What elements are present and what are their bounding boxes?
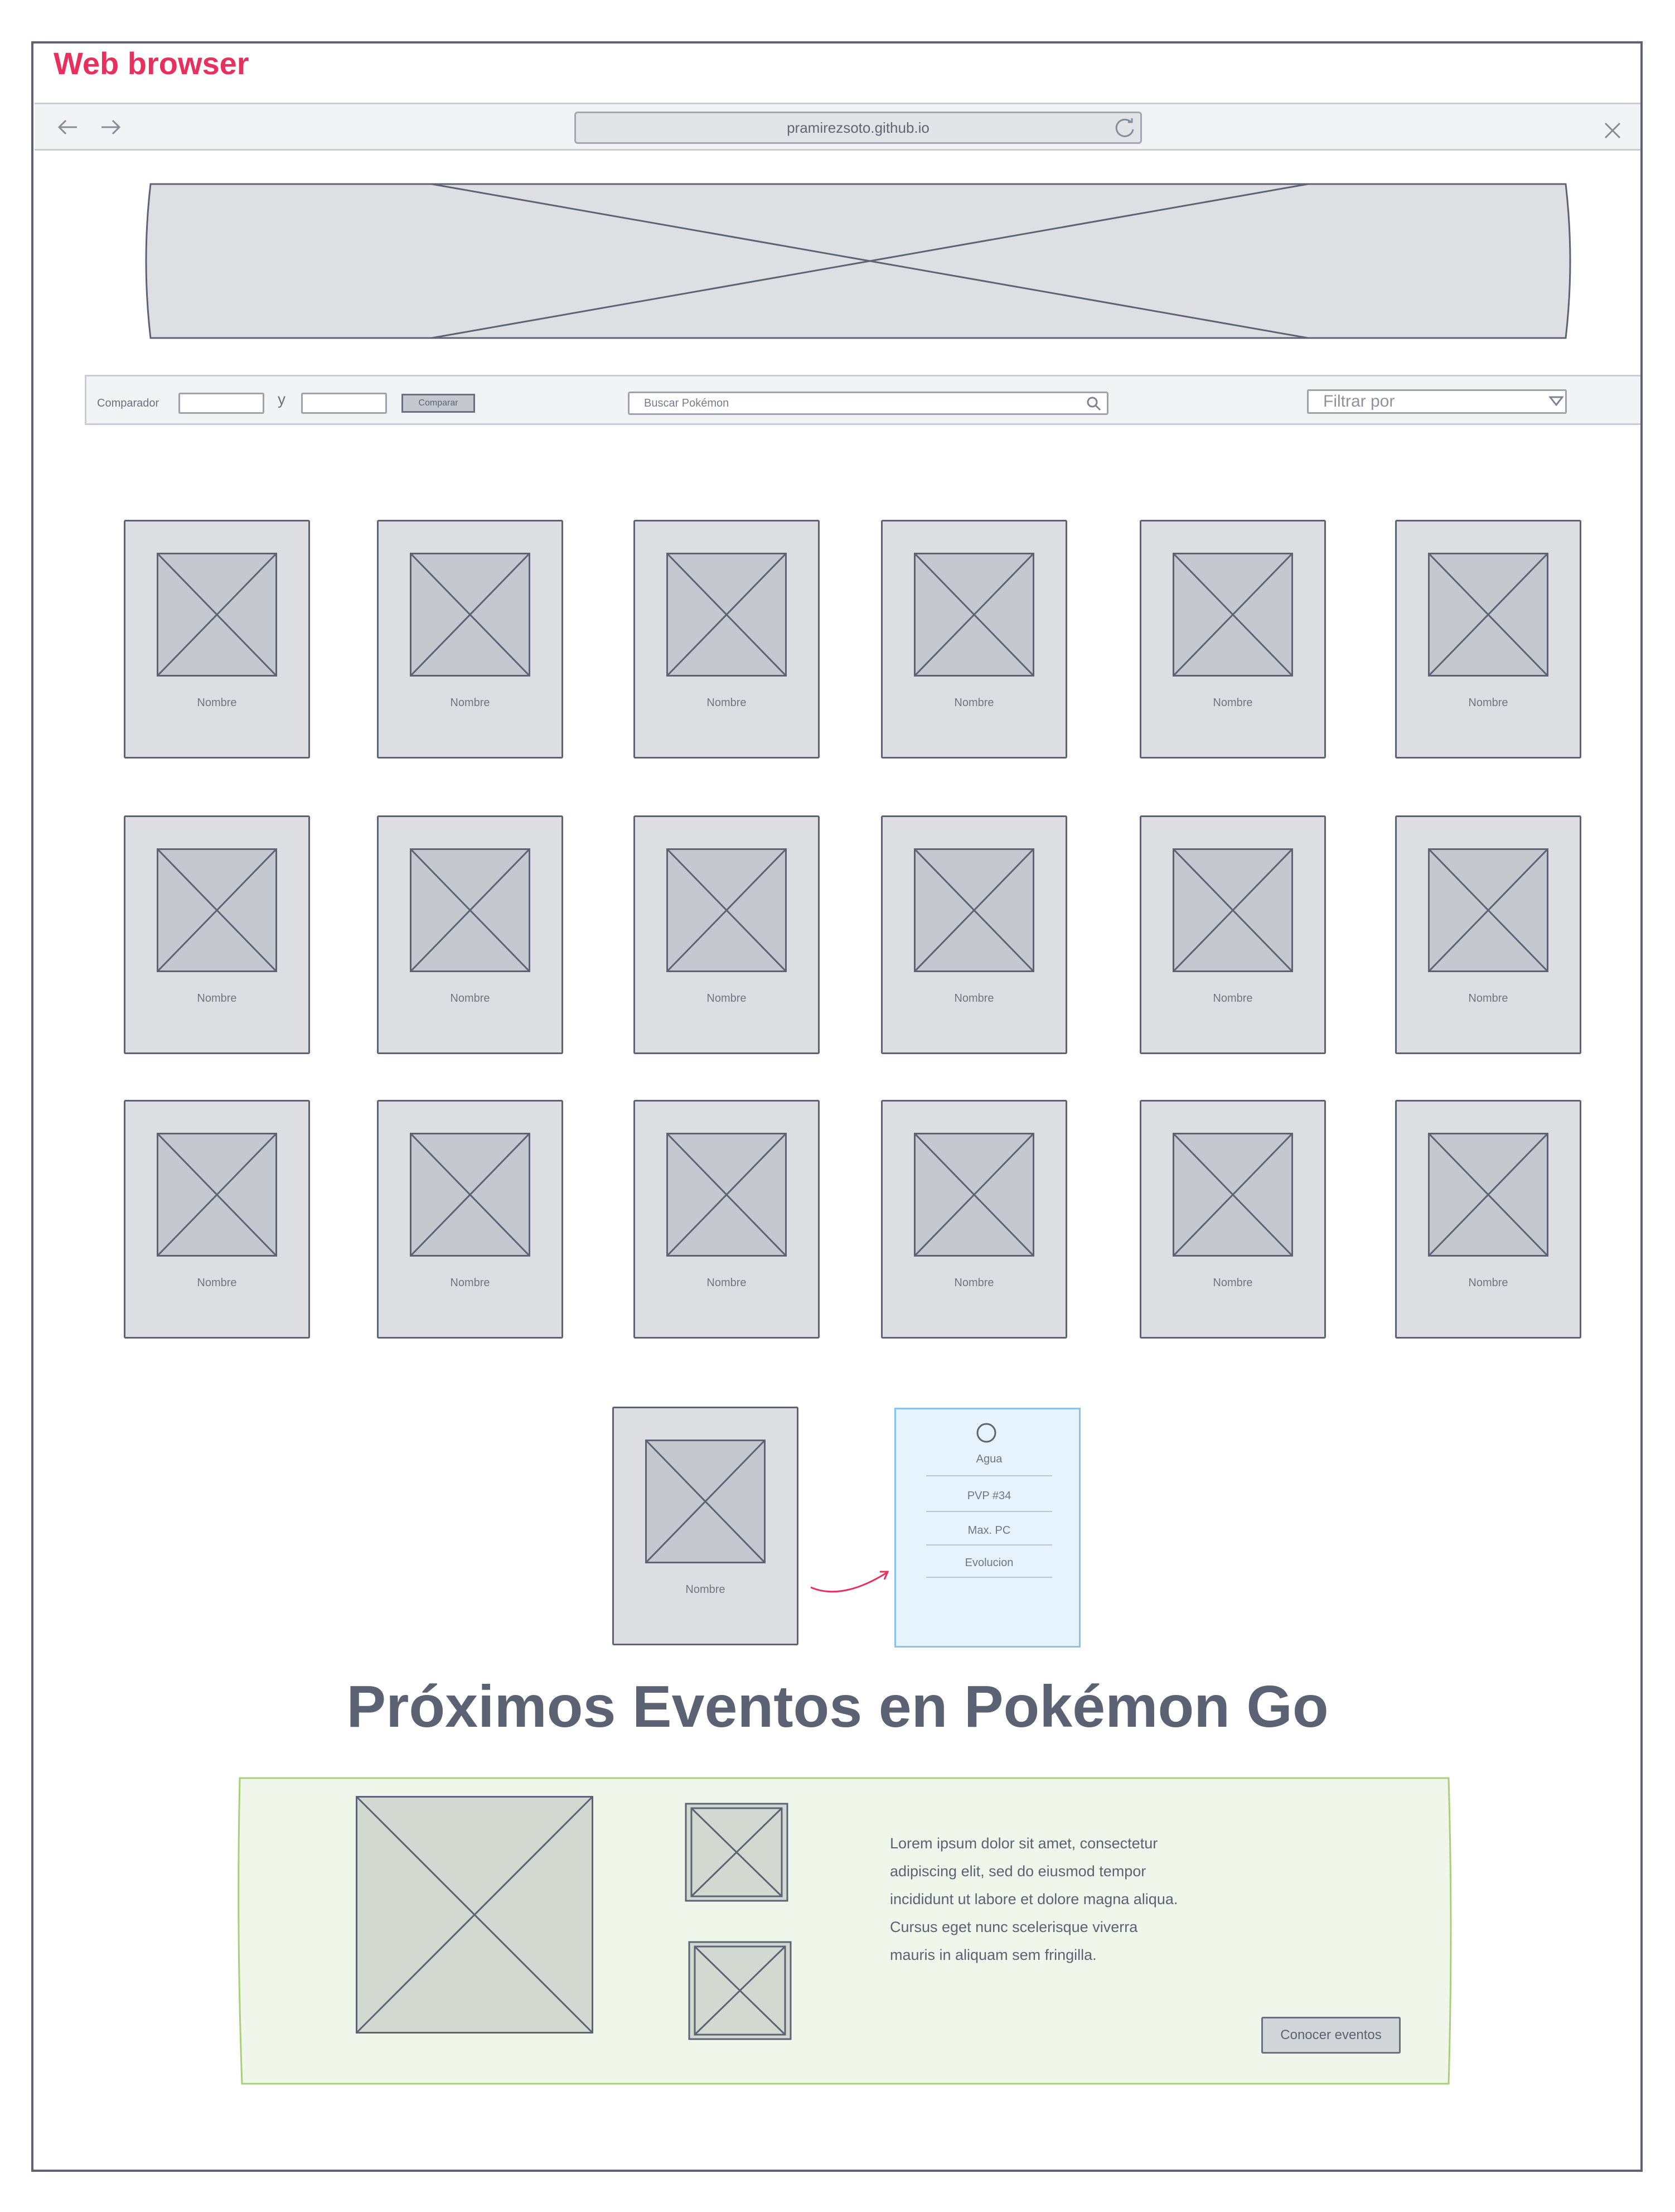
- pokemon-name: Nombre: [954, 992, 994, 1004]
- max-pc: Max. PC: [967, 1524, 1011, 1537]
- pokemon-card[interactable]: Nombre: [124, 815, 310, 1054]
- pokemon-name: Nombre: [1468, 1277, 1508, 1289]
- pokemon-image-placeholder: [410, 553, 530, 677]
- event-thumb-image: [688, 1941, 792, 2040]
- pokemon-card[interactable]: Nombre: [633, 815, 820, 1054]
- pokemon-image-placeholder: [1428, 553, 1548, 677]
- pokemon-image-placeholder: [666, 1133, 787, 1257]
- pokemon-image-placeholder: [645, 1440, 766, 1563]
- pokemon-image-placeholder: [410, 848, 530, 972]
- pokemon-card[interactable]: Nombre: [124, 1100, 310, 1339]
- compare-button[interactable]: Comparar: [401, 394, 475, 413]
- pokemon-name: Nombre: [197, 697, 237, 709]
- pokemon-image-placeholder: [1428, 1133, 1548, 1257]
- pokemon-detail-card: Agua PVP #34 Max. PC Evolucion: [894, 1408, 1081, 1648]
- events-heading: Próximos Eventos en Pokémon Go: [346, 1674, 1329, 1740]
- divider: [926, 1511, 1052, 1512]
- pokemon-image-placeholder: [157, 1133, 277, 1257]
- evolution: Evolucion: [965, 1557, 1014, 1569]
- pokemon-image-placeholder: [666, 848, 787, 972]
- pokemon-card[interactable]: Nombre: [633, 1100, 820, 1339]
- url-bar[interactable]: pramirezsoto.github.io: [574, 112, 1142, 144]
- pokemon-name: Nombre: [450, 697, 490, 709]
- description-line: Lorem ipsum dolor sit amet, consectetur: [890, 1835, 1158, 1852]
- divider: [926, 1577, 1052, 1578]
- url-text: pramirezsoto.github.io: [787, 119, 930, 136]
- pokemon-card[interactable]: Nombre: [1395, 815, 1581, 1054]
- chevron-down-icon: [1549, 396, 1563, 407]
- pokemon-card[interactable]: Nombre: [881, 815, 1067, 1054]
- compare-input-1[interactable]: [178, 393, 264, 414]
- pokemon-name: Nombre: [954, 1277, 994, 1289]
- type-circle-icon: [976, 1423, 996, 1443]
- description-line: incididunt ut labore et dolore magna ali…: [890, 1891, 1178, 1907]
- pokemon-card[interactable]: Nombre: [1395, 1100, 1581, 1339]
- divider: [926, 1475, 1052, 1476]
- pokemon-name: Nombre: [450, 1277, 490, 1289]
- window-title: Web browser: [54, 46, 249, 81]
- pokemon-name: Nombre: [1468, 697, 1508, 709]
- divider: [926, 1544, 1052, 1545]
- pokemon-card[interactable]: Nombre: [1140, 1100, 1326, 1339]
- search-icon[interactable]: [1086, 396, 1102, 412]
- events-button[interactable]: Conocer eventos: [1261, 2017, 1401, 2054]
- pokemon-image-placeholder: [1428, 848, 1548, 972]
- pokemon-name: Nombre: [197, 992, 237, 1004]
- description-line: Cursus eget nunc scelerisque viverra: [890, 1919, 1138, 1935]
- pokemon-name: Nombre: [706, 697, 747, 709]
- events-description: Lorem ipsum dolor sit amet, consectetur …: [890, 1829, 1236, 1969]
- pokemon-card[interactable]: Nombre: [377, 1100, 563, 1339]
- pokemon-name: Nombre: [706, 992, 747, 1004]
- pokemon-name: Nombre: [197, 1277, 237, 1289]
- pokemon-name: Nombre: [1468, 992, 1508, 1004]
- event-main-image: [356, 1796, 593, 2034]
- pvp-rank: PVP #34: [967, 1490, 1011, 1502]
- description-line: adipiscing elit, sed do eiusmod tempor: [890, 1863, 1146, 1880]
- pokemon-image-placeholder: [1173, 1133, 1293, 1257]
- pokemon-card[interactable]: Nombre: [1140, 520, 1326, 759]
- pokemon-image-placeholder: [914, 1133, 1034, 1257]
- pokemon-card[interactable]: Nombre: [881, 1100, 1067, 1339]
- and-label: y: [278, 390, 285, 408]
- pokemon-card[interactable]: Nombre: [1395, 520, 1581, 759]
- description-line: mauris in aliquam sem fringilla.: [890, 1947, 1097, 1963]
- pokemon-card[interactable]: Nombre: [1140, 815, 1326, 1054]
- pokemon-image-placeholder: [1173, 848, 1293, 972]
- pokemon-name: Nombre: [450, 992, 490, 1004]
- search-placeholder: Buscar Pokémon: [644, 397, 729, 409]
- pokemon-name: Nombre: [1213, 697, 1253, 709]
- pokemon-card[interactable]: Nombre: [377, 815, 563, 1054]
- event-thumb-image: [685, 1803, 788, 1902]
- pokemon-image-placeholder: [410, 1133, 530, 1257]
- pokemon-image-placeholder: [157, 848, 277, 972]
- pokemon-card[interactable]: Nombre: [377, 520, 563, 759]
- filter-select[interactable]: Filtrar por: [1307, 389, 1567, 414]
- pokemon-card[interactable]: Nombre: [881, 520, 1067, 759]
- pokemon-name: Nombre: [1213, 992, 1253, 1004]
- arrow-connector: [810, 1571, 889, 1593]
- forward-arrow-icon[interactable]: [98, 115, 123, 139]
- pokemon-name: Nombre: [954, 697, 994, 709]
- filter-label: Filtrar por: [1323, 392, 1395, 410]
- reload-icon[interactable]: [1113, 116, 1136, 139]
- pokemon-card[interactable]: Nombre: [633, 520, 820, 759]
- comparator-label: Comparador: [97, 397, 159, 409]
- compare-input-2[interactable]: [301, 393, 387, 414]
- close-icon[interactable]: [1604, 122, 1621, 139]
- selected-pokemon-card[interactable]: Nombre: [612, 1407, 798, 1645]
- pokemon-name: Nombre: [706, 1277, 747, 1289]
- search-input[interactable]: Buscar Pokémon: [628, 392, 1108, 415]
- back-arrow-icon[interactable]: [56, 115, 80, 139]
- hero-banner-image: [145, 183, 1571, 339]
- pokemon-name: Nombre: [1213, 1277, 1253, 1289]
- pokemon-type: Agua: [976, 1453, 1003, 1465]
- pokemon-card[interactable]: Nombre: [124, 520, 310, 759]
- pokemon-image-placeholder: [157, 553, 277, 677]
- pokemon-image-placeholder: [914, 553, 1034, 677]
- pokemon-name: Nombre: [685, 1583, 725, 1596]
- pokemon-image-placeholder: [914, 848, 1034, 972]
- pokemon-image-placeholder: [666, 553, 787, 677]
- pokemon-image-placeholder: [1173, 553, 1293, 677]
